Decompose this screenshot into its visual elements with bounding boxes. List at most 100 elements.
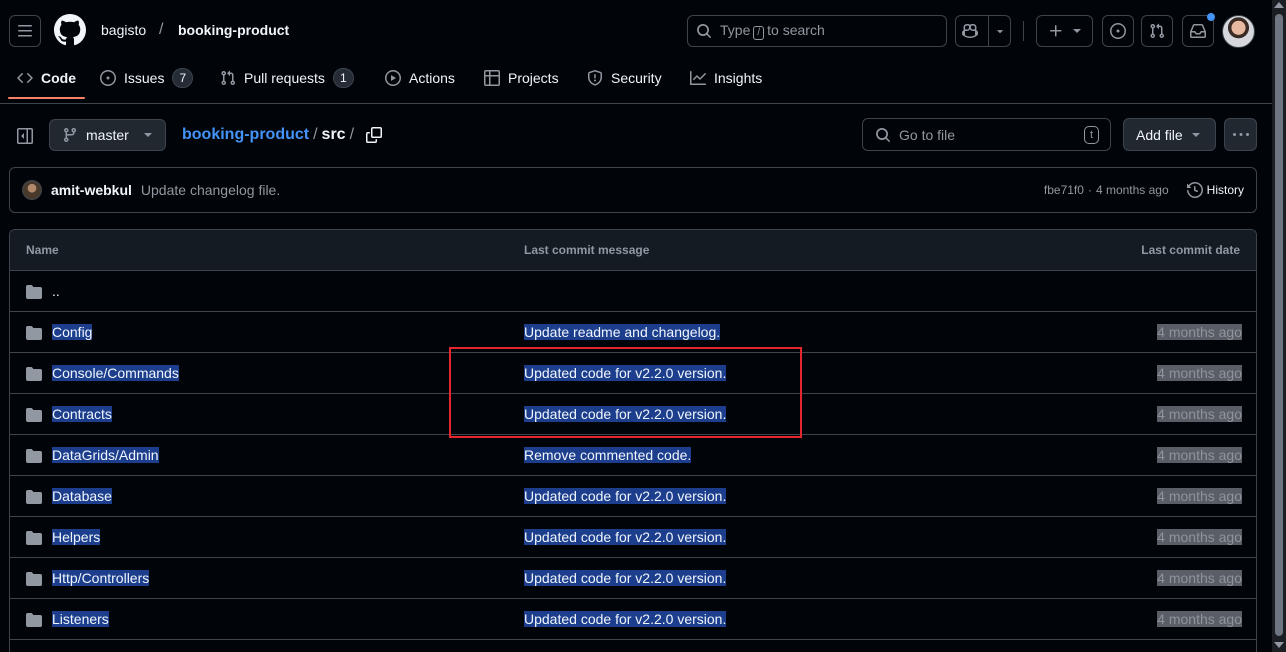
sidebar-expand-icon bbox=[17, 128, 33, 144]
folder-icon bbox=[26, 572, 42, 586]
search-key: / bbox=[753, 26, 765, 40]
search-input[interactable]: Type / to search bbox=[687, 15, 947, 47]
more-options-button[interactable] bbox=[1224, 118, 1257, 151]
file-name-link[interactable]: Listeners bbox=[52, 611, 109, 627]
column-header-message: Last commit message bbox=[524, 243, 650, 257]
file-name-link[interactable]: Helpers bbox=[52, 529, 101, 545]
tab-projects[interactable]: Projects bbox=[484, 58, 559, 98]
commit-message-link[interactable]: Updated code for v2.2.0 version. bbox=[524, 570, 727, 586]
commit-message[interactable]: Update changelog file. bbox=[141, 182, 280, 198]
pull-requests-count-badge: 1 bbox=[332, 68, 354, 88]
add-file-button[interactable]: Add file bbox=[1123, 118, 1216, 151]
commit-message-link[interactable]: Updated code for v2.2.0 version. bbox=[524, 488, 727, 504]
user-avatar[interactable] bbox=[1222, 15, 1255, 48]
issues-button[interactable] bbox=[1102, 15, 1134, 47]
tab-issues[interactable]: Issues 7 bbox=[100, 58, 194, 98]
tab-code[interactable]: Code bbox=[17, 58, 76, 98]
folder-icon bbox=[26, 367, 42, 381]
repo-owner-link[interactable]: bagisto bbox=[101, 22, 146, 38]
issue-opened-icon bbox=[1110, 23, 1126, 39]
breadcrumb-separator: / bbox=[313, 126, 318, 143]
table-row[interactable]: DataGrids/Admin Remove commented code. 4 m… bbox=[10, 435, 1256, 476]
scroll-down-arrow-icon[interactable] bbox=[1274, 642, 1284, 648]
repo-nav: Code Issues 7 Pull requests 1 Actions Pr… bbox=[0, 58, 1272, 100]
folder-icon bbox=[26, 326, 42, 340]
go-to-file-input[interactable]: Go to file t bbox=[862, 118, 1111, 151]
commit-date: 4 months ago bbox=[1157, 447, 1242, 463]
folder-icon bbox=[26, 449, 42, 463]
file-name-link[interactable]: Config bbox=[52, 324, 93, 340]
search-icon bbox=[697, 24, 711, 38]
commit-author-avatar[interactable] bbox=[22, 180, 42, 200]
table-row-parent[interactable]: .. bbox=[10, 271, 1256, 312]
breadcrumb-current-dir: src bbox=[321, 126, 346, 143]
branch-name: master bbox=[86, 127, 129, 143]
commit-date: 4 months ago bbox=[1157, 529, 1242, 545]
file-name-link[interactable]: Contracts bbox=[52, 406, 112, 422]
commit-message-link[interactable]: Update readme and changelog. bbox=[524, 324, 721, 340]
go-to-file-placeholder: Go to file bbox=[899, 126, 956, 143]
tab-issues-label: Issues bbox=[124, 70, 165, 86]
scroll-up-arrow-icon[interactable] bbox=[1274, 2, 1284, 8]
table-row[interactable]: Listeners Updated code for v2.2.0 version… bbox=[10, 599, 1256, 640]
breadcrumb-repo-link[interactable]: booking-product bbox=[182, 126, 309, 144]
tab-pull-requests[interactable]: Pull requests 1 bbox=[220, 58, 354, 98]
play-icon bbox=[385, 70, 401, 86]
notification-dot bbox=[1207, 13, 1215, 21]
kebab-horizontal-icon bbox=[1232, 132, 1249, 136]
commit-date: 4 months ago bbox=[1157, 324, 1242, 340]
latest-commit-bar: amit-webkul Update changelog file. fbe71… bbox=[9, 167, 1257, 213]
file-table: Name Last commit message Last commit dat… bbox=[9, 229, 1257, 652]
issues-count-badge: 7 bbox=[172, 68, 194, 88]
commit-message-link[interactable]: Updated code for v2.2.0 version. bbox=[524, 529, 727, 545]
expand-file-tree-button[interactable] bbox=[9, 120, 41, 152]
search-icon bbox=[876, 127, 890, 142]
folder-icon bbox=[26, 408, 42, 422]
tab-pull-requests-label: Pull requests bbox=[244, 70, 325, 86]
file-name-link[interactable]: Console/Commands bbox=[52, 365, 179, 381]
header-slash: / bbox=[159, 21, 164, 38]
commit-sha[interactable]: fbe71f0 bbox=[1044, 183, 1084, 197]
search-suffix: to search bbox=[767, 22, 825, 38]
file-name-link[interactable]: DataGrids/Admin bbox=[52, 447, 159, 463]
branch-select-button[interactable]: master bbox=[49, 119, 166, 151]
file-name-link[interactable]: Http/Controllers bbox=[52, 570, 150, 586]
commit-message-link[interactable]: Updated code for v2.2.0 version. bbox=[524, 611, 727, 627]
tab-insights[interactable]: Insights bbox=[690, 58, 762, 98]
tab-actions[interactable]: Actions bbox=[385, 58, 455, 98]
table-row[interactable]: Http/Controllers Updated code for v2.2.0 … bbox=[10, 558, 1256, 599]
commit-date: 4 months ago bbox=[1157, 365, 1242, 381]
file-name-link[interactable]: Database bbox=[52, 488, 112, 504]
table-row[interactable]: Database Updated code for v2.2.0 version.… bbox=[10, 476, 1256, 517]
parent-directory-link[interactable]: .. bbox=[52, 283, 60, 299]
history-label: History bbox=[1206, 183, 1244, 197]
repo-name-link[interactable]: booking-product bbox=[178, 22, 289, 38]
commit-dot: · bbox=[1087, 183, 1092, 197]
chevron-down-icon bbox=[1191, 132, 1200, 137]
folder-icon bbox=[26, 490, 42, 504]
copilot-button[interactable] bbox=[955, 15, 1011, 47]
annotation-highlight-box bbox=[449, 347, 802, 438]
commit-date: 4 months ago bbox=[1157, 406, 1242, 422]
shield-icon bbox=[588, 70, 602, 86]
tab-security[interactable]: Security bbox=[587, 58, 662, 98]
create-new-button[interactable] bbox=[1036, 15, 1093, 47]
commit-date: 4 months ago bbox=[1157, 570, 1242, 586]
commit-author[interactable]: amit-webkul bbox=[51, 182, 132, 198]
copilot-icon bbox=[961, 23, 978, 39]
scrollbar-thumb[interactable] bbox=[1275, 14, 1283, 636]
hamburger-icon bbox=[18, 25, 32, 37]
menu-button[interactable] bbox=[9, 15, 41, 47]
graph-icon bbox=[690, 71, 706, 85]
pull-requests-button[interactable] bbox=[1141, 15, 1173, 47]
github-logo-icon[interactable] bbox=[54, 14, 86, 46]
inbox-icon bbox=[1190, 24, 1206, 38]
tab-insights-label: Insights bbox=[714, 70, 763, 86]
issue-opened-icon bbox=[100, 70, 116, 86]
commit-message-link[interactable]: Remove commented code. bbox=[524, 447, 692, 463]
copy-icon[interactable] bbox=[366, 127, 383, 143]
table-icon bbox=[484, 70, 500, 86]
history-button[interactable]: History bbox=[1186, 182, 1244, 198]
git-pull-request-icon bbox=[1150, 23, 1165, 39]
table-row[interactable]: Helpers Updated code for v2.2.0 version. 4… bbox=[10, 517, 1256, 558]
